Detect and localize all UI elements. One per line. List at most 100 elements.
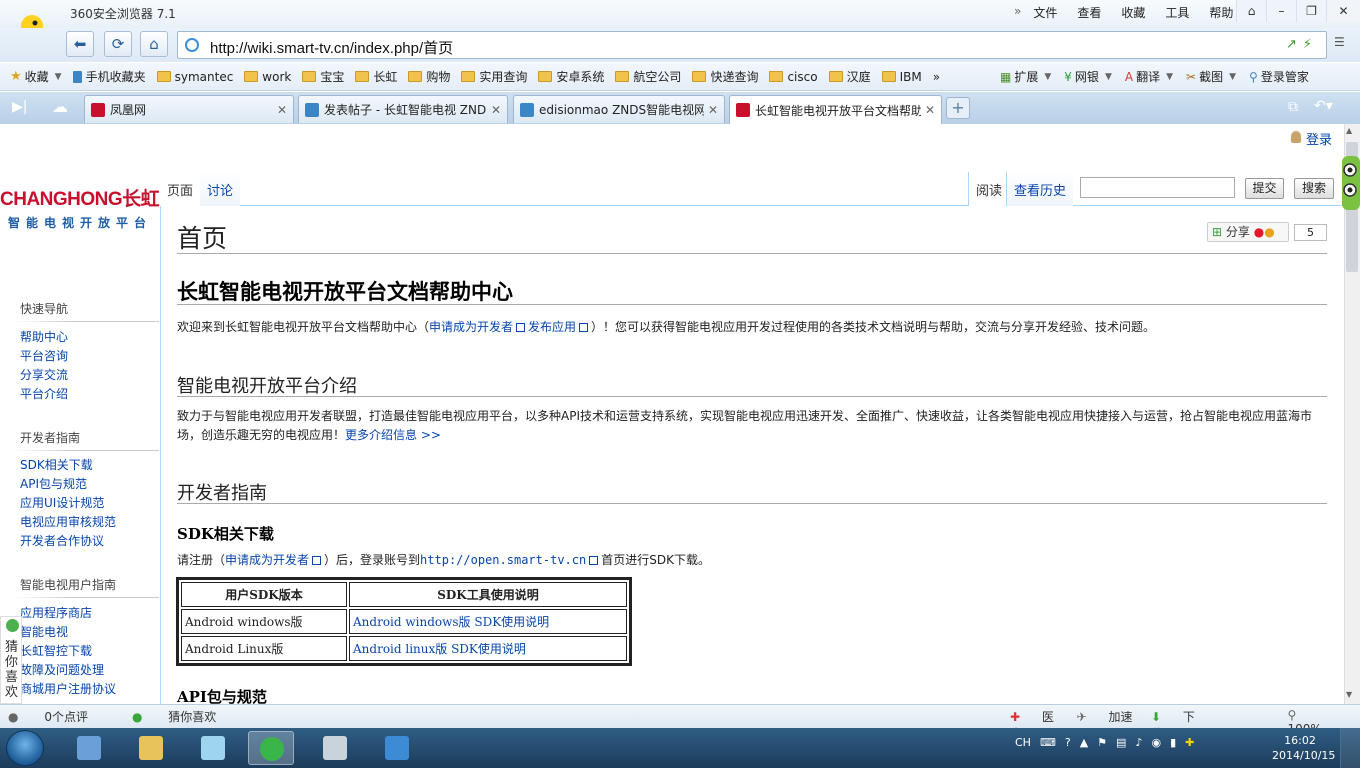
bookmark-more-button[interactable]: » [933,70,940,84]
tab-close-icon[interactable]: ✕ [277,103,287,117]
taskbar-calculator[interactable] [312,731,358,765]
tab-talk[interactable]: 讨论 [200,172,241,206]
360-guard-icon[interactable]: ✚ [1185,736,1194,749]
sidebar-toggle-icon[interactable]: ▶| [12,99,27,115]
bookmark-favorites[interactable]: ★ 收藏 ▼ [10,68,62,85]
menu-tools[interactable]: 工具 [1165,4,1189,21]
scroll-up-icon[interactable]: ▲ [1346,126,1352,135]
bookmark-folder[interactable]: 快递查询 [692,68,758,85]
tab-close-icon[interactable]: ✕ [491,103,501,117]
bookmark-mobile[interactable]: 手机收藏夹 [72,68,146,85]
nav-item[interactable]: 电视应用审核规范 [20,513,116,530]
restore-tab-icon[interactable]: ⧉ [1288,99,1298,115]
mascot-icon[interactable] [1338,150,1360,210]
sdk-guide-link[interactable]: Android linux版 SDK使用说明 [349,636,627,661]
nav-item[interactable]: 长虹智控下载 [20,642,92,659]
taskbar-notes[interactable] [190,731,236,765]
address-bar[interactable]: http://wiki.smart-tv.cn/index.php/首页 ↗⚡ [177,31,1327,59]
tab-close-icon[interactable]: ✕ [925,103,935,117]
go-button[interactable]: 提交 [1245,178,1284,199]
refresh-button[interactable]: ⟳ [104,31,132,57]
taskbar-app[interactable] [374,731,420,765]
address-url[interactable]: http://wiki.smart-tv.cn/index.php/首页 [210,37,453,58]
new-tab-button[interactable]: + [946,97,970,119]
menu-favorites[interactable]: 收藏 [1121,4,1145,21]
start-button[interactable] [6,730,44,766]
bookmark-folder[interactable]: cisco [769,70,818,84]
tab-read[interactable]: 阅读 [968,172,1010,206]
nav-item[interactable]: API包与规范 [20,475,87,492]
bookmark-folder[interactable]: 汉庭 [828,68,871,85]
nav-item[interactable]: 应用UI设计规范 [20,494,104,511]
login-manager-button[interactable]: ⚲ 登录管家 [1249,68,1309,85]
browser-tab[interactable]: edisionmao ZNDS智能电视网 ✕ [513,95,725,123]
login-link[interactable]: 登录 [1306,129,1332,148]
bookmark-folder[interactable]: 宝宝 [302,68,344,85]
bookmark-folder[interactable]: symantec [156,70,233,84]
nav-item[interactable]: 智能电视 [20,623,68,640]
bookmark-folder[interactable]: IBM [881,70,922,84]
address-actions-icon[interactable]: ↗⚡ [1286,37,1318,52]
taskbar-360-browser[interactable] [248,731,294,765]
device-icon[interactable]: ▮ [1170,736,1176,749]
close-button[interactable]: ✕ [1326,0,1360,22]
toolbar-menu-icon[interactable]: ☰ [1334,35,1354,55]
taskbar-computer[interactable] [66,731,112,765]
nav-item[interactable]: 应用程序商店 [20,604,92,621]
nav-item[interactable]: SDK相关下载 [20,456,93,473]
sdk-guide-link[interactable]: Android windows版 SDK使用说明 [349,609,627,634]
tray-expand-icon[interactable]: ▲ [1080,736,1088,749]
nav-item[interactable]: 帮助中心 [20,328,68,345]
more-info-link[interactable]: 更多介绍信息 >> [345,428,441,442]
bookmark-folder[interactable]: 航空公司 [615,68,681,85]
tab-page[interactable]: 页面 [160,172,202,206]
restore-button[interactable]: ❐ [1296,0,1326,22]
back-button[interactable]: ⬅ [66,31,94,57]
minimize-button[interactable]: – [1266,0,1296,22]
menu-more-icon[interactable]: » [1014,4,1021,21]
search-button[interactable]: 搜索 [1294,178,1334,199]
bookmark-folder[interactable]: 实用查询 [461,68,527,85]
translate-button[interactable]: A 翻译 ▼ [1125,68,1173,85]
taskbar-explorer[interactable] [128,731,174,765]
home-button[interactable]: ⌂ [140,31,168,57]
bookmark-folder[interactable]: 购物 [408,68,450,85]
tab-close-icon[interactable]: ✕ [708,103,718,117]
bookmark-folder[interactable]: 长虹 [355,68,397,85]
skin-icon[interactable]: ⌂ [1236,0,1266,22]
flag-icon[interactable]: ⚑ [1097,736,1107,749]
nav-item[interactable]: 开发者合作协议 [20,532,104,549]
apply-developer-link[interactable]: 申请成为开发者 [429,320,513,334]
nav-item[interactable]: 故障及问题处理 [20,661,104,678]
qq-icon[interactable]: ◉ [1151,736,1161,749]
site-logo[interactable]: CHANGHONG长虹 智能电视开放平台 [0,184,160,231]
scroll-down-icon[interactable]: ▼ [1346,690,1352,699]
browser-tab[interactable]: 发表帖子 - 长虹智能电视 ZNDS ✕ [298,95,508,123]
share-button[interactable]: ⊞ 分享 ●● [1207,222,1289,242]
bookmark-folder[interactable]: work [244,70,291,84]
nav-item[interactable]: 商城用户注册协议 [20,680,116,697]
bookmark-folder[interactable]: 安卓系统 [538,68,604,85]
menu-file[interactable]: 文件 [1033,4,1057,21]
ebank-button[interactable]: ¥ 网银 ▼ [1064,68,1112,85]
browser-tab[interactable]: 凤凰网 ✕ [84,95,294,123]
tab-history[interactable]: 查看历史 [1006,172,1074,206]
show-desktop-button[interactable] [1340,728,1360,768]
browser-tab-active[interactable]: 长虹智能电视开放平台文档帮助 ✕ [729,95,942,124]
menu-view[interactable]: 查看 [1077,4,1101,21]
system-clock[interactable]: 16:02 2014/10/15 [1272,733,1335,763]
undo-close-icon[interactable]: ↶▾ [1314,98,1333,114]
menu-help[interactable]: 帮助 [1209,4,1233,21]
comments-status[interactable]: ● 0个点评 [8,708,110,725]
extensions-button[interactable]: ▦ 扩展 ▼ [1000,68,1051,85]
language-indicator[interactable]: CH [1015,736,1031,749]
volume-icon[interactable]: ♪ [1135,736,1142,749]
apply-developer-link[interactable]: 申请成为开发者 [225,553,309,567]
nav-item[interactable]: 平台咨询 [20,347,68,364]
network-icon[interactable]: ▤ [1116,736,1126,749]
publish-app-link[interactable]: 发布应用 [528,320,576,334]
cloud-icon[interactable]: ☁ [52,97,68,116]
screenshot-button[interactable]: ✂ 截图 ▼ [1186,68,1236,85]
help-icon[interactable]: ? [1065,736,1071,749]
nav-item[interactable]: 平台介绍 [20,385,68,402]
